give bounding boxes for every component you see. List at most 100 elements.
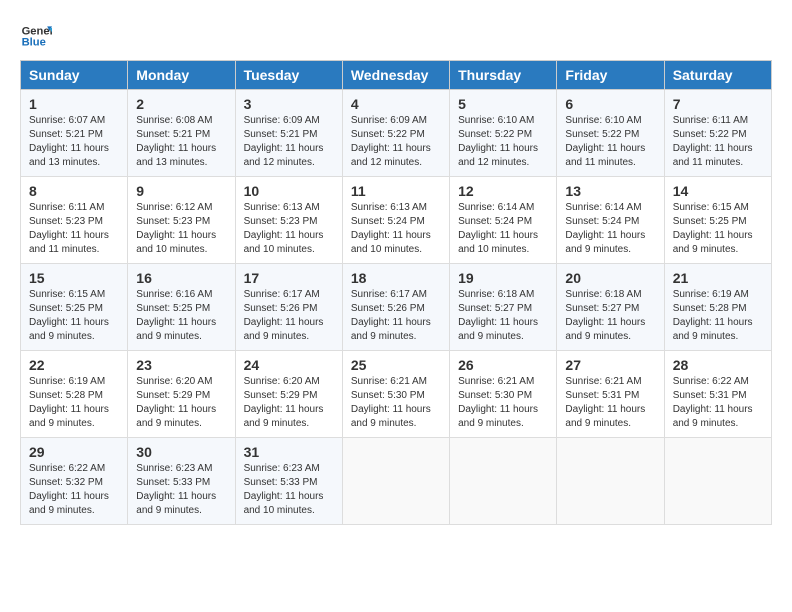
- day-info: Sunrise: 6:22 AM Sunset: 5:31 PM Dayligh…: [673, 375, 763, 431]
- day-number: 28: [673, 357, 763, 373]
- day-number: 11: [351, 183, 441, 199]
- calendar-cell: 6 Sunrise: 6:10 AM Sunset: 5:22 PM Daylig…: [557, 90, 664, 177]
- calendar-cell: 12 Sunrise: 6:14 AM Sunset: 5:24 PM Dayli…: [450, 177, 557, 264]
- day-info: Sunrise: 6:20 AM Sunset: 5:29 PM Dayligh…: [244, 375, 334, 431]
- calendar-cell: 17 Sunrise: 6:17 AM Sunset: 5:26 PM Dayli…: [235, 264, 342, 351]
- day-number: 3: [244, 96, 334, 112]
- day-number: 17: [244, 270, 334, 286]
- svg-text:Blue: Blue: [22, 37, 46, 49]
- day-number: 12: [458, 183, 548, 199]
- day-info: Sunrise: 6:21 AM Sunset: 5:30 PM Dayligh…: [458, 375, 548, 431]
- calendar-header: SundayMondayTuesdayWednesdayThursdayFrid…: [21, 61, 772, 90]
- day-info: Sunrise: 6:12 AM Sunset: 5:23 PM Dayligh…: [136, 201, 226, 257]
- calendar-cell: 30 Sunrise: 6:23 AM Sunset: 5:33 PM Dayli…: [128, 438, 235, 525]
- calendar-cell: 2 Sunrise: 6:08 AM Sunset: 5:21 PM Daylig…: [128, 90, 235, 177]
- day-number: 25: [351, 357, 441, 373]
- day-number: 30: [136, 444, 226, 460]
- day-info: Sunrise: 6:13 AM Sunset: 5:23 PM Dayligh…: [244, 201, 334, 257]
- calendar-cell: 27 Sunrise: 6:21 AM Sunset: 5:31 PM Dayli…: [557, 351, 664, 438]
- day-info: Sunrise: 6:13 AM Sunset: 5:24 PM Dayligh…: [351, 201, 441, 257]
- calendar-week-3: 15 Sunrise: 6:15 AM Sunset: 5:25 PM Dayli…: [21, 264, 772, 351]
- calendar-cell: [342, 438, 449, 525]
- day-info: Sunrise: 6:16 AM Sunset: 5:25 PM Dayligh…: [136, 288, 226, 344]
- day-info: Sunrise: 6:18 AM Sunset: 5:27 PM Dayligh…: [458, 288, 548, 344]
- day-info: Sunrise: 6:17 AM Sunset: 5:26 PM Dayligh…: [244, 288, 334, 344]
- calendar-cell: 19 Sunrise: 6:18 AM Sunset: 5:27 PM Dayli…: [450, 264, 557, 351]
- day-header-wednesday: Wednesday: [342, 61, 449, 90]
- calendar-cell: 10Sunrise: 6:13 AM Sunset: 5:23 PM Dayli…: [235, 177, 342, 264]
- calendar-cell: 3Sunrise: 6:09 AM Sunset: 5:21 PM Daylig…: [235, 90, 342, 177]
- day-number: 2: [136, 96, 226, 112]
- calendar-cell: 25 Sunrise: 6:21 AM Sunset: 5:30 PM Dayli…: [342, 351, 449, 438]
- day-number: 5: [458, 96, 548, 112]
- day-info: Sunrise: 6:11 AM Sunset: 5:23 PM Dayligh…: [29, 201, 119, 257]
- day-info: Sunrise: 6:10 AM Sunset: 5:22 PM Dayligh…: [565, 114, 655, 170]
- day-number: 4: [351, 96, 441, 112]
- day-number: 24: [244, 357, 334, 373]
- day-info: Sunrise: 6:17 AM Sunset: 5:26 PM Dayligh…: [351, 288, 441, 344]
- day-header-saturday: Saturday: [664, 61, 771, 90]
- calendar-cell: 14Sunrise: 6:15 AM Sunset: 5:25 PM Dayli…: [664, 177, 771, 264]
- calendar-cell: 4Sunrise: 6:09 AM Sunset: 5:22 PM Daylig…: [342, 90, 449, 177]
- day-number: 20: [565, 270, 655, 286]
- day-info: Sunrise: 6:21 AM Sunset: 5:30 PM Dayligh…: [351, 375, 441, 431]
- calendar-cell: 1Sunrise: 6:07 AM Sunset: 5:21 PM Daylig…: [21, 90, 128, 177]
- day-info: Sunrise: 6:14 AM Sunset: 5:24 PM Dayligh…: [458, 201, 548, 257]
- calendar-cell: 8Sunrise: 6:11 AM Sunset: 5:23 PM Daylig…: [21, 177, 128, 264]
- day-info: Sunrise: 6:21 AM Sunset: 5:31 PM Dayligh…: [565, 375, 655, 431]
- calendar-cell: [557, 438, 664, 525]
- calendar-cell: 24 Sunrise: 6:20 AM Sunset: 5:29 PM Dayli…: [235, 351, 342, 438]
- logo-icon: General Blue: [20, 20, 52, 52]
- day-number: 1: [29, 96, 119, 112]
- day-info: Sunrise: 6:22 AM Sunset: 5:32 PM Dayligh…: [29, 462, 119, 518]
- day-info: Sunrise: 6:15 AM Sunset: 5:25 PM Dayligh…: [29, 288, 119, 344]
- day-info: Sunrise: 6:14 AM Sunset: 5:24 PM Dayligh…: [565, 201, 655, 257]
- logo: General Blue: [20, 20, 56, 52]
- calendar-cell: 31Sunrise: 6:23 AM Sunset: 5:33 PM Dayli…: [235, 438, 342, 525]
- day-info: Sunrise: 6:10 AM Sunset: 5:22 PM Dayligh…: [458, 114, 548, 170]
- calendar-cell: 20 Sunrise: 6:18 AM Sunset: 5:27 PM Dayli…: [557, 264, 664, 351]
- calendar-cell: 21 Sunrise: 6:19 AM Sunset: 5:28 PM Dayli…: [664, 264, 771, 351]
- day-number: 7: [673, 96, 763, 112]
- calendar-cell: 15 Sunrise: 6:15 AM Sunset: 5:25 PM Dayli…: [21, 264, 128, 351]
- day-number: 9: [136, 183, 226, 199]
- calendar-cell: [450, 438, 557, 525]
- page-header: General Blue: [20, 20, 772, 52]
- day-number: 22: [29, 357, 119, 373]
- calendar-cell: [664, 438, 771, 525]
- day-number: 18: [351, 270, 441, 286]
- day-info: Sunrise: 6:15 AM Sunset: 5:25 PM Dayligh…: [673, 201, 763, 257]
- day-number: 27: [565, 357, 655, 373]
- day-number: 13: [565, 183, 655, 199]
- day-info: Sunrise: 6:11 AM Sunset: 5:22 PM Dayligh…: [673, 114, 763, 170]
- day-number: 26: [458, 357, 548, 373]
- day-header-friday: Friday: [557, 61, 664, 90]
- day-info: Sunrise: 6:23 AM Sunset: 5:33 PM Dayligh…: [244, 462, 334, 518]
- calendar-cell: 18 Sunrise: 6:17 AM Sunset: 5:26 PM Dayli…: [342, 264, 449, 351]
- day-header-thursday: Thursday: [450, 61, 557, 90]
- day-info: Sunrise: 6:19 AM Sunset: 5:28 PM Dayligh…: [673, 288, 763, 344]
- day-number: 29: [29, 444, 119, 460]
- calendar-table: SundayMondayTuesdayWednesdayThursdayFrid…: [20, 60, 772, 525]
- calendar-week-2: 8Sunrise: 6:11 AM Sunset: 5:23 PM Daylig…: [21, 177, 772, 264]
- calendar-cell: 26 Sunrise: 6:21 AM Sunset: 5:30 PM Dayli…: [450, 351, 557, 438]
- calendar-week-5: 29 Sunrise: 6:22 AM Sunset: 5:32 PM Dayli…: [21, 438, 772, 525]
- calendar-cell: 7 Sunrise: 6:11 AM Sunset: 5:22 PM Daylig…: [664, 90, 771, 177]
- day-number: 15: [29, 270, 119, 286]
- calendar-week-4: 22Sunrise: 6:19 AM Sunset: 5:28 PM Dayli…: [21, 351, 772, 438]
- calendar-cell: 22Sunrise: 6:19 AM Sunset: 5:28 PM Dayli…: [21, 351, 128, 438]
- calendar-cell: 16 Sunrise: 6:16 AM Sunset: 5:25 PM Dayli…: [128, 264, 235, 351]
- day-number: 21: [673, 270, 763, 286]
- day-header-monday: Monday: [128, 61, 235, 90]
- calendar-cell: 9 Sunrise: 6:12 AM Sunset: 5:23 PM Daylig…: [128, 177, 235, 264]
- svg-text:General: General: [22, 25, 52, 37]
- day-info: Sunrise: 6:08 AM Sunset: 5:21 PM Dayligh…: [136, 114, 226, 170]
- calendar-cell: 13 Sunrise: 6:14 AM Sunset: 5:24 PM Dayli…: [557, 177, 664, 264]
- day-number: 16: [136, 270, 226, 286]
- day-info: Sunrise: 6:23 AM Sunset: 5:33 PM Dayligh…: [136, 462, 226, 518]
- day-info: Sunrise: 6:20 AM Sunset: 5:29 PM Dayligh…: [136, 375, 226, 431]
- day-number: 6: [565, 96, 655, 112]
- day-number: 19: [458, 270, 548, 286]
- day-info: Sunrise: 6:18 AM Sunset: 5:27 PM Dayligh…: [565, 288, 655, 344]
- calendar-cell: 11 Sunrise: 6:13 AM Sunset: 5:24 PM Dayli…: [342, 177, 449, 264]
